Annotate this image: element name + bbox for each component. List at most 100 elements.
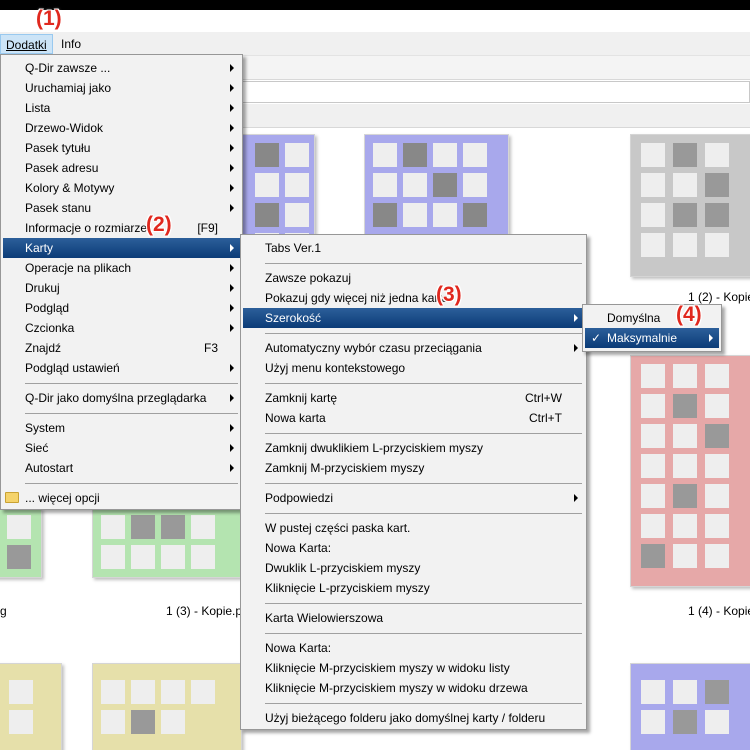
submenu-arrow-icon [574,314,578,322]
menu-item-automatyczny-wybor[interactable]: Automatyczny wybór czasu przeciągania [243,338,584,358]
menu-item-zawsze-pokazuj[interactable]: Zawsze pokazuj [243,268,584,288]
menu-separator [265,483,582,484]
menu-item-kolory-motywy[interactable]: Kolory & Motywy [3,178,240,198]
menu-item-karta-wielowierszowa[interactable]: Karta Wielowierszowa [243,608,584,628]
annotation-badge-3: (3) [436,283,462,306]
menu-item-dwuklik-l[interactable]: Dwuklik L-przyciskiem myszy [243,558,584,578]
menu-item-label: Kliknięcie L-przyciskiem myszy [265,581,430,595]
address-bar[interactable] [240,81,750,103]
submenu-arrow-icon [230,104,234,112]
menu-item-label: Znajdź [25,341,62,355]
menu-item-drzewo-widok[interactable]: Drzewo-Widok [3,118,240,138]
menu-item-klikniecie-m-lista[interactable]: Kliknięcie M-przyciskiem myszy w widoku … [243,658,584,678]
file-thumbnail[interactable] [92,508,242,578]
menu-item-karty[interactable]: Karty [3,238,240,258]
menu-separator [265,603,582,604]
menu-item-podglad[interactable]: Podgląd [3,298,240,318]
menu-item-podpowiedzi[interactable]: Podpowiedzi [243,488,584,508]
menu-separator [265,703,582,704]
menu-separator [25,413,238,414]
menu-item-label: Kolory & Motywy [25,181,115,195]
folder-icon [5,492,19,503]
menu-separator [265,383,582,384]
submenu-arrow-icon [230,444,234,452]
menu-item-zamknij-m-przyciskiem[interactable]: Zamknij M-przyciskiem myszy [243,458,584,478]
menu-item-uzyj-biezacego-folderu[interactable]: Użyj bieżącego folderu jako domyślnej ka… [243,708,584,728]
menu-separator [265,263,582,264]
submenu-arrow-icon [230,64,234,72]
menu-item-autostart[interactable]: Autostart [3,458,240,478]
menu-item-label: Dwuklik L-przyciskiem myszy [265,561,421,575]
submenu-arrow-icon [230,244,234,252]
menu-item-label: Lista [25,101,51,115]
menu-separator [25,383,238,384]
menu-item-label: Autostart [25,461,74,475]
menu-item-szerokosc[interactable]: Szerokość [243,308,584,328]
menu-item-w-pustej-czesci[interactable]: W pustej części paska kart. [243,518,584,538]
menu-item-zamknij-dwuklikiem[interactable]: Zamknij dwuklikiem L-przyciskiem myszy [243,438,584,458]
dodatki-menu: Q-Dir zawsze ... Uruchamiaj jako Lista D… [0,54,243,510]
submenu-arrow-icon [574,344,578,352]
menu-item-uzyj-menu-kontekstowego[interactable]: Użyj menu kontekstowego [243,358,584,378]
submenu-arrow-icon [230,144,234,152]
menu-item-uruchamiaj-jako[interactable]: Uruchamiaj jako [3,78,240,98]
menu-item-nowa-karta[interactable]: Nowa karta Ctrl+T [243,408,584,428]
menu-item-label: Q-Dir zawsze ... [25,61,111,75]
submenu-arrow-icon [230,304,234,312]
menu-item-pasek-stanu[interactable]: Pasek stanu [3,198,240,218]
menu-item-shortcut: Ctrl+T [529,411,562,425]
menu-item-siec[interactable]: Sieć [3,438,240,458]
submenu-arrow-icon [230,164,234,172]
window-top-edge [0,0,750,10]
file-thumbnail[interactable] [0,508,42,578]
menu-item-operacje-na-plikach[interactable]: Operacje na plikach [3,258,240,278]
menu-item-label: Zamknij kartę [265,391,338,405]
menu-item-label: Podgląd [25,301,70,315]
menu-item-label: Drukuj [25,281,60,295]
menu-item-drukuj[interactable]: Drukuj [3,278,240,298]
submenu-arrow-icon [230,364,234,372]
file-thumbnail[interactable] [630,663,750,750]
menu-item-label: Podgląd ustawień [25,361,120,375]
menu-item-nowa-karta-heading: Nowa Karta: [243,538,584,558]
file-thumbnail[interactable] [630,134,750,277]
menu-item-label: Podpowiedzi [265,491,334,505]
menu-item-label: Operacje na plikach [25,261,132,275]
file-thumbnail[interactable] [92,663,242,750]
menu-item-label: Zamknij dwuklikiem L-przyciskiem myszy [265,441,484,455]
menu-item-klikniecie-l[interactable]: Kliknięcie L-przyciskiem myszy [243,578,584,598]
annotation-badge-1: (1) [36,7,62,30]
menu-item-maksymalnie[interactable]: ✓ Maksymalnie [585,328,719,348]
file-name-label: 1 (4) - Kopie [688,604,750,618]
menu-item-label: Uruchamiaj jako [25,81,112,95]
menu-item-label: Pasek stanu [25,201,92,215]
menu-item-wiecej-opcji[interactable]: ... więcej opcji [3,488,240,508]
file-thumbnail[interactable] [630,355,750,587]
menu-item-pasek-adresu[interactable]: Pasek adresu [3,158,240,178]
menu-item-podglad-ustawien[interactable]: Podgląd ustawień [3,358,240,378]
menu-item-nowa-karta-heading-2: Nowa Karta: [243,638,584,658]
menu-item-lista[interactable]: Lista [3,98,240,118]
menu-item-pasek-tytulu[interactable]: Pasek tytułu [3,138,240,158]
menu-item-label: Zamknij M-przyciskiem myszy [265,461,425,475]
menu-item-label: Zawsze pokazuj [265,271,352,285]
menu-dodatki[interactable]: Dodatki [0,34,53,54]
menu-item-domyslna-przegladarka[interactable]: Q-Dir jako domyślna przeglądarka [3,388,240,408]
menu-info[interactable]: Info [56,34,86,54]
menu-bar: Dodatki Info [0,32,750,56]
menu-item-pokazuj-gdy-wiecej[interactable]: Pokazuj gdy więcej niż jedna karta [243,288,584,308]
menu-item-informacje-o-rozmiarze[interactable]: Informacje o rozmiarze [F9] [3,218,240,238]
menu-item-znajdz[interactable]: Znajdź F3 [3,338,240,358]
menu-item-q-dir-zawsze[interactable]: Q-Dir zawsze ... [3,58,240,78]
file-name-label: 1 (3) - Kopie.p [166,604,243,618]
file-thumbnail[interactable] [0,663,62,750]
menu-item-system[interactable]: System [3,418,240,438]
menu-item-label: Drzewo-Widok [25,121,104,135]
menu-separator [265,433,582,434]
menu-item-klikniecie-m-drzewo[interactable]: Kliknięcie M-przyciskiem myszy w widoku … [243,678,584,698]
menu-item-zamknij-karte[interactable]: Zamknij kartę Ctrl+W [243,388,584,408]
menu-item-tabs-ver1[interactable]: Tabs Ver.1 [243,238,584,258]
menu-item-czcionka[interactable]: Czcionka [3,318,240,338]
menu-item-label: Czcionka [25,321,75,335]
menu-item-shortcut: F3 [203,341,218,355]
